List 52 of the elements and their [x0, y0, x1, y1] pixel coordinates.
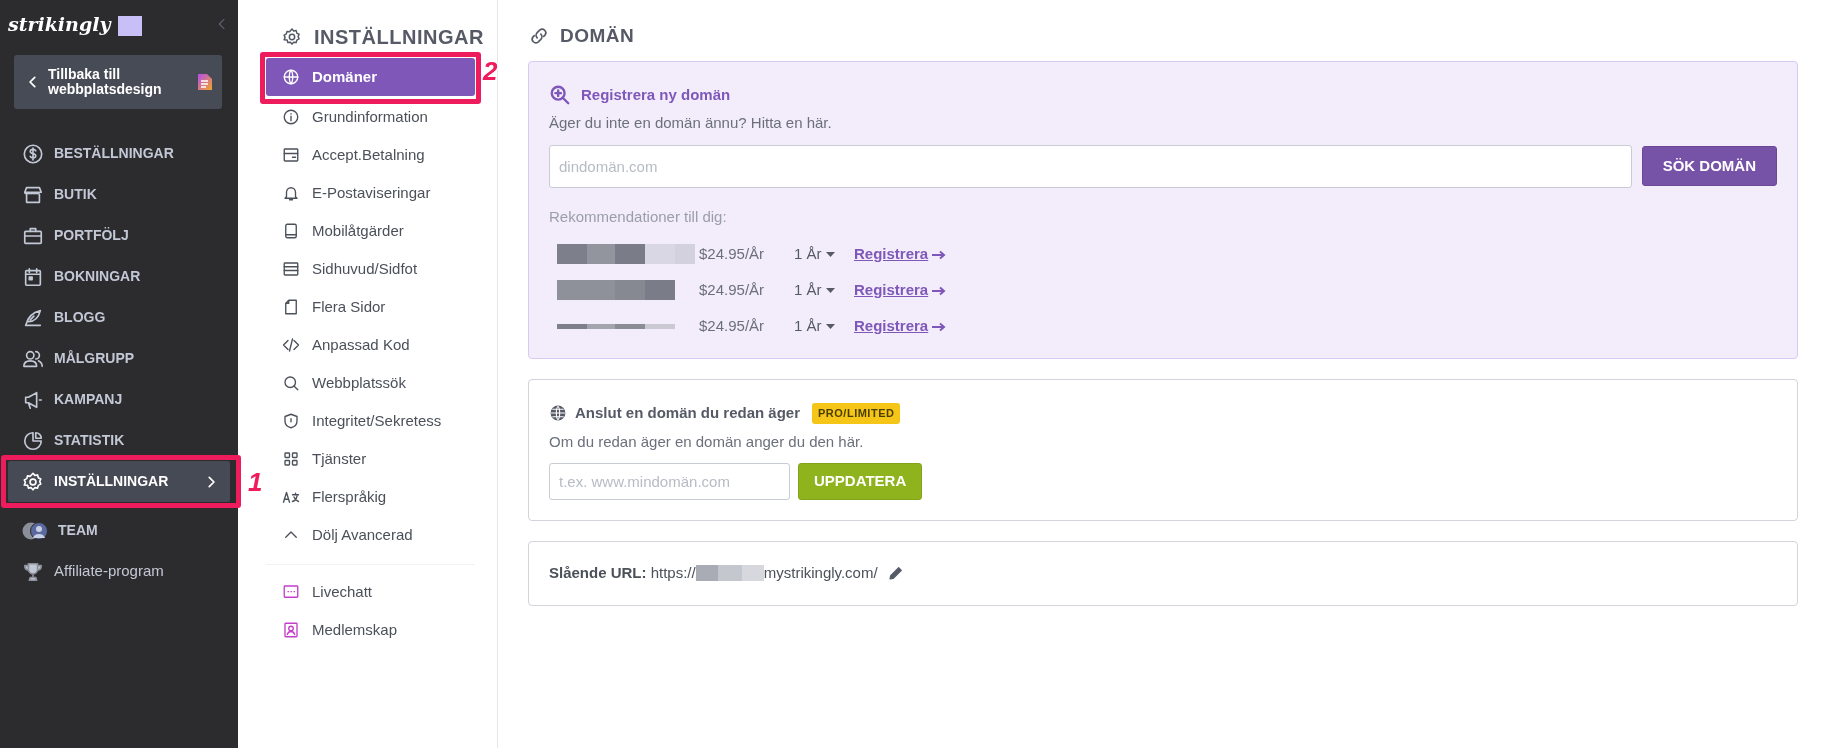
plan-badge: PRO/LIMITED — [812, 403, 901, 424]
sidebar-item[interactable]: PORTFÖLJ — [8, 215, 230, 256]
panel-title: Registrera ny domän — [581, 84, 731, 105]
register-link[interactable]: Registrera — [854, 314, 947, 338]
sidebar-item[interactable]: BUTIK — [8, 174, 230, 215]
settings-menu-item[interactable]: Accept.Betalning — [266, 136, 475, 174]
settings-menu-item[interactable]: Grundinformation — [266, 98, 475, 136]
settings-menu-item[interactable]: Dölj Avancerad — [266, 516, 475, 554]
sidebar-item[interactable]: BOKNINGAR — [8, 256, 230, 297]
settings-menu-item[interactable]: Webbplatssök — [266, 364, 475, 402]
term-dropdown[interactable]: 1 År — [794, 314, 854, 338]
sidebar-item[interactable]: INSTÄLLNINGAR — [8, 461, 230, 502]
domain-search-field[interactable]: dindomän.com — [549, 144, 1632, 188]
settings-menu-item[interactable]: Anpassad Kod — [266, 326, 475, 364]
register-link[interactable]: Registrera — [854, 242, 947, 266]
register-link[interactable]: Registrera — [854, 278, 947, 302]
settings-menu-item[interactable]: Integritet/Sekretess — [266, 402, 475, 440]
price-text: $24.95/År — [699, 279, 766, 300]
callout-number: 2 — [483, 55, 498, 88]
settings-menu-item[interactable]: Medlemskap — [266, 611, 475, 649]
sidebar-item[interactable]: TEAM — [8, 510, 230, 551]
search-domain-button[interactable]: SÖK DOMÄN — [1641, 146, 1777, 186]
settings-menu-item[interactable]: Domäner — [266, 58, 475, 96]
settings-menu-item[interactable]: E-Postaviseringar — [266, 174, 475, 212]
settings-menu-item[interactable]: Flera Sidor — [266, 288, 475, 326]
recommendations-label: Rekommendationer till dig: — [549, 206, 728, 227]
sidebar-item[interactable]: STATISTIK — [8, 420, 230, 461]
sidebar-item[interactable]: BESTÄLLNINGAR — [8, 133, 230, 174]
settings-menu-item[interactable]: Flerspråkig — [266, 478, 475, 516]
callout-number: 1 — [248, 466, 263, 499]
url-suffix: mystrikingly.com/ — [763, 563, 878, 583]
section-title: INSTÄLLNINGAR — [314, 25, 484, 50]
sidebar-item[interactable]: MÅLGRUPP — [8, 338, 230, 379]
back-button[interactable]: Tillbaka till webbplatsdesign — [14, 55, 222, 109]
domain-input-field[interactable]: t.ex. www.mindomän.com — [549, 463, 790, 500]
panel-title: Anslut en domän du redan äger — [575, 403, 801, 423]
page-title: DOMÄN — [560, 24, 635, 48]
price-text: $24.95/År — [699, 315, 766, 336]
logo: strikingly — [8, 9, 143, 39]
sidebar-item[interactable]: KAMPANJ — [8, 379, 230, 420]
sidebar-item[interactable]: BLOGG — [8, 297, 230, 338]
panel-description: Om du redan äger en domän anger du den här. — [549, 431, 865, 452]
panel-description: Äger du inte en domän ännu? Hitta en här. — [549, 113, 833, 133]
sidebar-item[interactable]: Affiliate-program — [8, 551, 230, 592]
settings-menu-item[interactable]: Sidhuvud/Sidfot — [266, 250, 475, 288]
settings-menu-item[interactable]: Mobilåtgärder — [266, 212, 475, 250]
settings-menu-item[interactable]: Tjänster — [266, 440, 475, 478]
term-dropdown[interactable]: 1 År — [794, 278, 854, 302]
price-text: $24.95/År — [699, 243, 766, 264]
settings-menu-item[interactable]: Livechatt — [266, 573, 475, 611]
url-text: Slående URL: https:// — [549, 563, 696, 583]
term-dropdown[interactable]: 1 År — [794, 242, 854, 266]
